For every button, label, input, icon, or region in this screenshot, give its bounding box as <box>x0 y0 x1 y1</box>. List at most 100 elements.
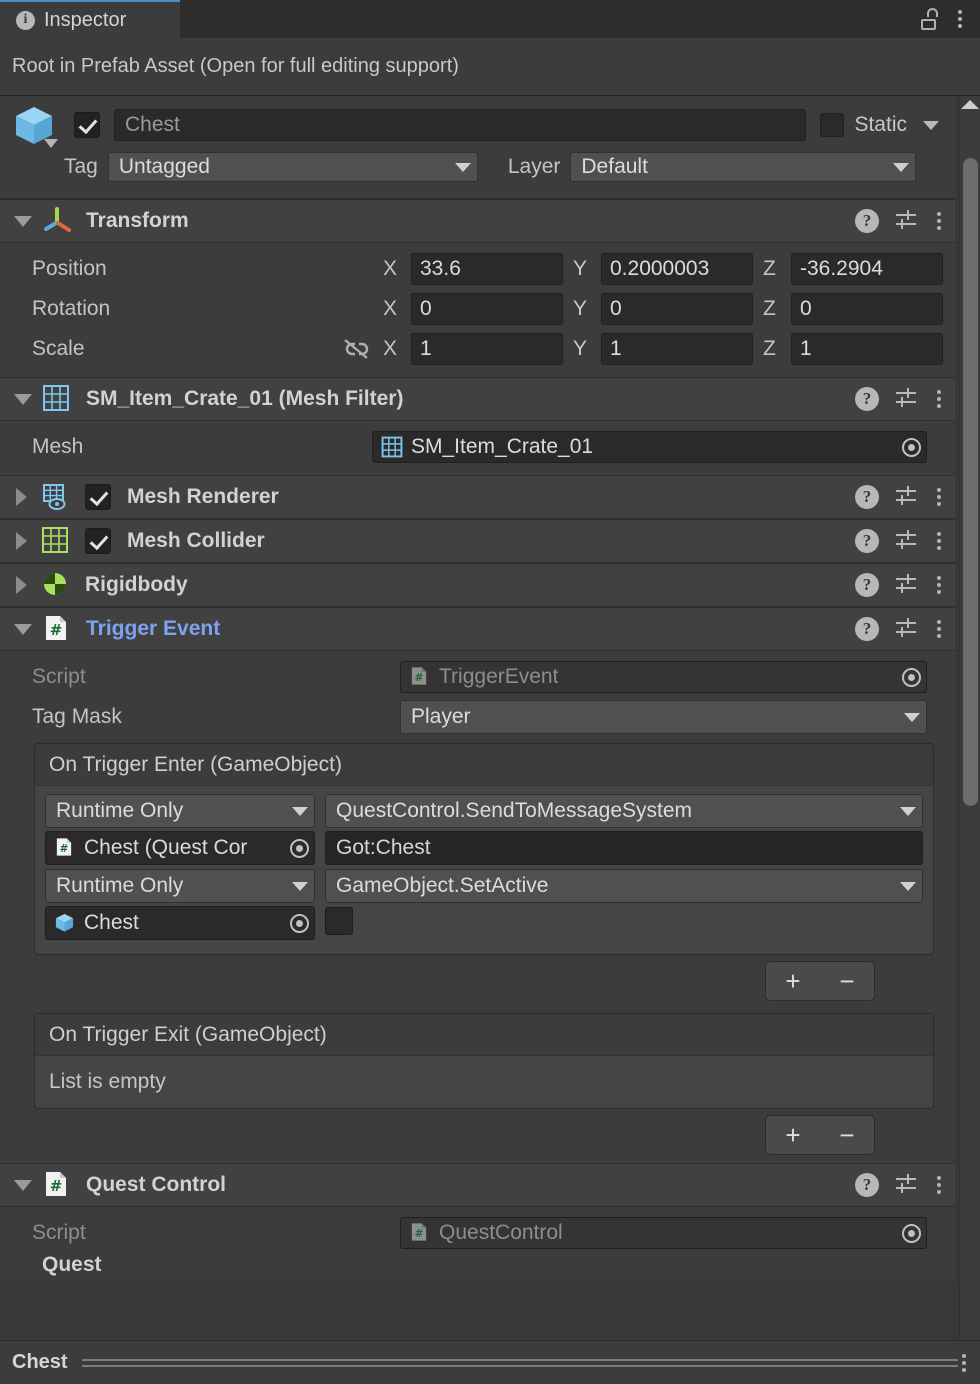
scale-y-input[interactable]: 1 <box>601 333 753 365</box>
foldout-arrow-icon[interactable] <box>14 623 32 635</box>
position-z-input[interactable]: -36.2904 <box>791 253 943 285</box>
mesh-filter-body: Mesh SM_Item_Crate_01 <box>0 421 955 475</box>
position-label: Position <box>32 257 107 280</box>
mesh-renderer-enabled-checkbox[interactable] <box>85 484 111 510</box>
prefab-cube-icon[interactable] <box>12 103 58 148</box>
scroll-up-arrow-icon[interactable] <box>961 100 979 109</box>
foldout-arrow-icon[interactable] <box>16 532 27 550</box>
footer-kebab-menu-icon[interactable] <box>958 1350 970 1376</box>
help-icon[interactable]: ? <box>855 209 879 233</box>
component-kebab-menu-icon[interactable] <box>933 386 945 412</box>
static-dropdown-caret-icon[interactable] <box>923 120 939 130</box>
scale-label: Scale <box>32 337 85 360</box>
help-icon[interactable]: ? <box>855 529 879 553</box>
scrollbar-thumb[interactable] <box>963 158 978 806</box>
event-target-value: Chest <box>84 911 139 934</box>
tab-inspector[interactable]: i Inspector <box>0 0 180 38</box>
gameobject-header: Chest Static Tag Untagged Layer Default <box>0 96 955 199</box>
layer-dropdown[interactable]: Default <box>570 152 917 182</box>
event-target-object-field[interactable]: Chest <box>45 906 315 940</box>
object-picker-icon[interactable] <box>284 832 314 864</box>
component-title: Quest Control <box>86 1173 226 1196</box>
event-function-dropdown[interactable]: GameObject.SetActive <box>325 869 923 903</box>
static-label: Static <box>854 113 907 136</box>
add-event-button[interactable]: + <box>779 968 806 994</box>
event-add-remove-buttons[interactable]: + − <box>765 1115 875 1155</box>
inspector-scrollbar[interactable] <box>959 96 980 1340</box>
component-kebab-menu-icon[interactable] <box>933 1172 945 1198</box>
object-picker-icon[interactable] <box>284 907 314 939</box>
foldout-arrow-icon[interactable] <box>14 393 32 405</box>
remove-event-button[interactable]: − <box>833 968 860 994</box>
transform-body: Position X 33.6 Y 0.2000003 Z -36.2904 R… <box>0 243 955 377</box>
foldout-arrow-icon[interactable] <box>14 215 32 227</box>
gameobject-enabled-checkbox[interactable] <box>74 112 100 138</box>
preset-icon[interactable] <box>893 1170 919 1201</box>
event-argument-checkbox[interactable] <box>325 906 353 935</box>
foldout-arrow-icon[interactable] <box>14 1179 32 1191</box>
chevron-down-icon <box>454 162 471 172</box>
position-y-input[interactable]: 0.2000003 <box>601 253 753 285</box>
add-event-button[interactable]: + <box>779 1122 806 1148</box>
position-x-value: 33.6 <box>420 257 461 280</box>
event-mode-value: Runtime Only <box>56 799 184 822</box>
event-entry: Runtime Only GameObject.SetActive Chest <box>45 869 923 940</box>
unlocked-padlock-icon[interactable] <box>920 8 940 30</box>
preset-icon[interactable] <box>893 482 919 513</box>
help-icon[interactable]: ? <box>855 617 879 641</box>
component-kebab-menu-icon[interactable] <box>933 572 945 598</box>
footer-drag-handle[interactable] <box>81 1358 958 1367</box>
preset-icon[interactable] <box>893 614 919 645</box>
window-kebab-menu-icon[interactable] <box>954 6 966 32</box>
preset-icon[interactable] <box>893 526 919 557</box>
component-header-quest-control[interactable]: # Quest Control ? <box>0 1163 955 1207</box>
component-header-trigger-event[interactable]: # Trigger Event ? <box>0 607 955 651</box>
event-function-value: GameObject.SetActive <box>336 874 549 897</box>
event-function-value: QuestControl.SendToMessageSystem <box>336 799 693 822</box>
preset-icon[interactable] <box>893 206 919 237</box>
event-add-remove-buttons[interactable]: + − <box>765 961 875 1001</box>
tag-dropdown[interactable]: Untagged <box>107 152 478 182</box>
scale-x-input[interactable]: 1 <box>411 333 563 365</box>
on-trigger-enter-event: On Trigger Enter (GameObject) Runtime On… <box>34 743 934 955</box>
component-kebab-menu-icon[interactable] <box>933 616 945 642</box>
scale-z-input[interactable]: 1 <box>791 333 943 365</box>
object-picker-icon[interactable] <box>896 432 926 462</box>
help-icon[interactable]: ? <box>855 485 879 509</box>
rotation-y-input[interactable]: 0 <box>601 293 753 325</box>
broken-link-icon[interactable] <box>341 336 373 362</box>
help-icon[interactable]: ? <box>855 573 879 597</box>
mesh-collider-enabled-checkbox[interactable] <box>85 528 111 554</box>
event-mode-dropdown[interactable]: Runtime Only <box>45 869 315 903</box>
layer-label: Layer <box>507 155 561 178</box>
component-kebab-menu-icon[interactable] <box>933 528 945 554</box>
tag-mask-dropdown[interactable]: Player <box>400 700 927 734</box>
inspector-scroll-area[interactable]: Chest Static Tag Untagged Layer Default <box>0 96 980 1340</box>
remove-event-button[interactable]: − <box>833 1122 860 1148</box>
help-icon[interactable]: ? <box>855 1173 879 1197</box>
event-argument-input[interactable]: Got:Chest <box>325 831 923 865</box>
component-kebab-menu-icon[interactable] <box>933 208 945 234</box>
event-target-object-field[interactable]: # Chest (Quest Cor <box>45 831 315 865</box>
component-header-mesh-filter[interactable]: SM_Item_Crate_01 (Mesh Filter) ? <box>0 377 955 421</box>
mesh-object-field[interactable]: SM_Item_Crate_01 <box>372 431 927 463</box>
component-header-rigidbody[interactable]: Rigidbody ? <box>0 563 955 607</box>
preset-icon[interactable] <box>893 384 919 415</box>
foldout-arrow-icon[interactable] <box>16 488 27 506</box>
rotation-x-input[interactable]: 0 <box>411 293 563 325</box>
component-header-transform[interactable]: Transform ? <box>0 199 955 243</box>
event-mode-dropdown[interactable]: Runtime Only <box>45 794 315 828</box>
gameobject-name-input[interactable]: Chest <box>114 109 807 141</box>
help-icon[interactable]: ? <box>855 387 879 411</box>
preset-icon[interactable] <box>893 570 919 601</box>
component-header-mesh-collider[interactable]: Mesh Collider ? <box>0 519 955 563</box>
rotation-z-input[interactable]: 0 <box>791 293 943 325</box>
event-function-dropdown[interactable]: QuestControl.SendToMessageSystem <box>325 794 923 828</box>
static-checkbox[interactable] <box>820 113 845 137</box>
chevron-down-icon <box>292 806 308 816</box>
component-kebab-menu-icon[interactable] <box>933 484 945 510</box>
foldout-arrow-icon[interactable] <box>16 576 27 594</box>
position-x-input[interactable]: 33.6 <box>411 253 563 285</box>
cs-script-icon: # <box>409 1222 431 1244</box>
component-header-mesh-renderer[interactable]: Mesh Renderer ? <box>0 475 955 519</box>
